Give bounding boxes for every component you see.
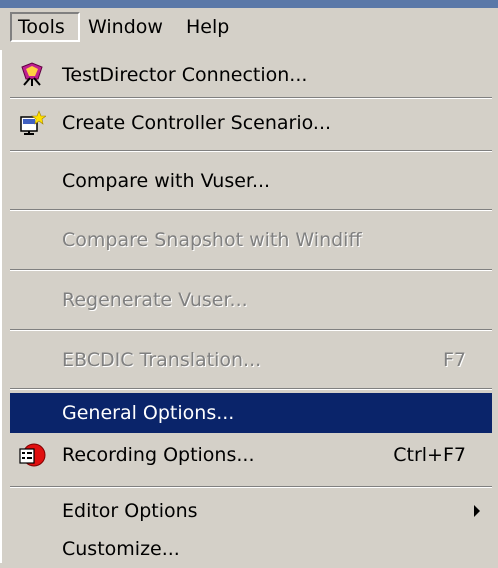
menu-item-label: Create Controller Scenario... [62,112,332,134]
testdirector-icon [18,61,46,89]
menu-item-label: General Options... [62,402,235,424]
menu-item-label: Recording Options... [62,444,255,466]
menu-item-recording-options[interactable]: Recording Options... Ctrl+F7 [10,436,492,474]
menu-item-shortcut: Ctrl+F7 [393,444,466,466]
menu-separator [10,269,492,271]
menu-item-label: Regenerate Vuser... [62,289,248,311]
menu-item-general-options[interactable]: General Options... [10,393,492,433]
menu-separator [10,388,492,390]
menu-item-editor-options[interactable]: Editor Options [10,492,492,530]
menu-window[interactable]: Window [82,12,169,42]
menu-item-label: Compare Snapshot with Windiff [62,229,362,251]
menu-tools[interactable]: Tools [10,12,80,42]
menu-item-label: Compare with Vuser... [62,170,271,192]
menu-item-compare-with-vuser[interactable]: Compare with Vuser... [10,162,492,200]
menu-bar: Tools Window Help [0,8,498,50]
recording-options-icon [18,441,46,469]
menu-separator [10,329,492,331]
menu-item-create-controller-scenario[interactable]: Create Controller Scenario... [10,104,492,142]
menu-item-label: Customize... [62,538,180,560]
tools-dropdown-menu: TestDirector Connection... Create Contro… [0,50,498,563]
menu-item-shortcut: F7 [442,349,466,371]
menu-item-compare-snapshot-windiff[interactable]: Compare Snapshot with Windiff [10,221,492,259]
menu-separator [10,209,492,211]
menu-item-label: TestDirector Connection... [62,64,308,86]
menu-separator [10,97,492,99]
menu-help[interactable]: Help [180,12,235,42]
controller-scenario-icon [18,109,47,137]
menu-separator [10,150,492,152]
menu-item-ebcdic-translation[interactable]: EBCDIC Translation... F7 [10,341,492,379]
menu-separator [10,486,492,488]
window-title-strip [0,0,498,8]
menu-item-regenerate-vuser[interactable]: Regenerate Vuser... [10,281,492,319]
menu-item-label: EBCDIC Translation... [62,349,262,371]
submenu-arrow-icon [474,505,480,517]
menu-item-testdirector-connection[interactable]: TestDirector Connection... [10,56,492,94]
menu-item-customize[interactable]: Customize... [10,530,492,568]
menu-item-label: Editor Options [62,500,198,522]
